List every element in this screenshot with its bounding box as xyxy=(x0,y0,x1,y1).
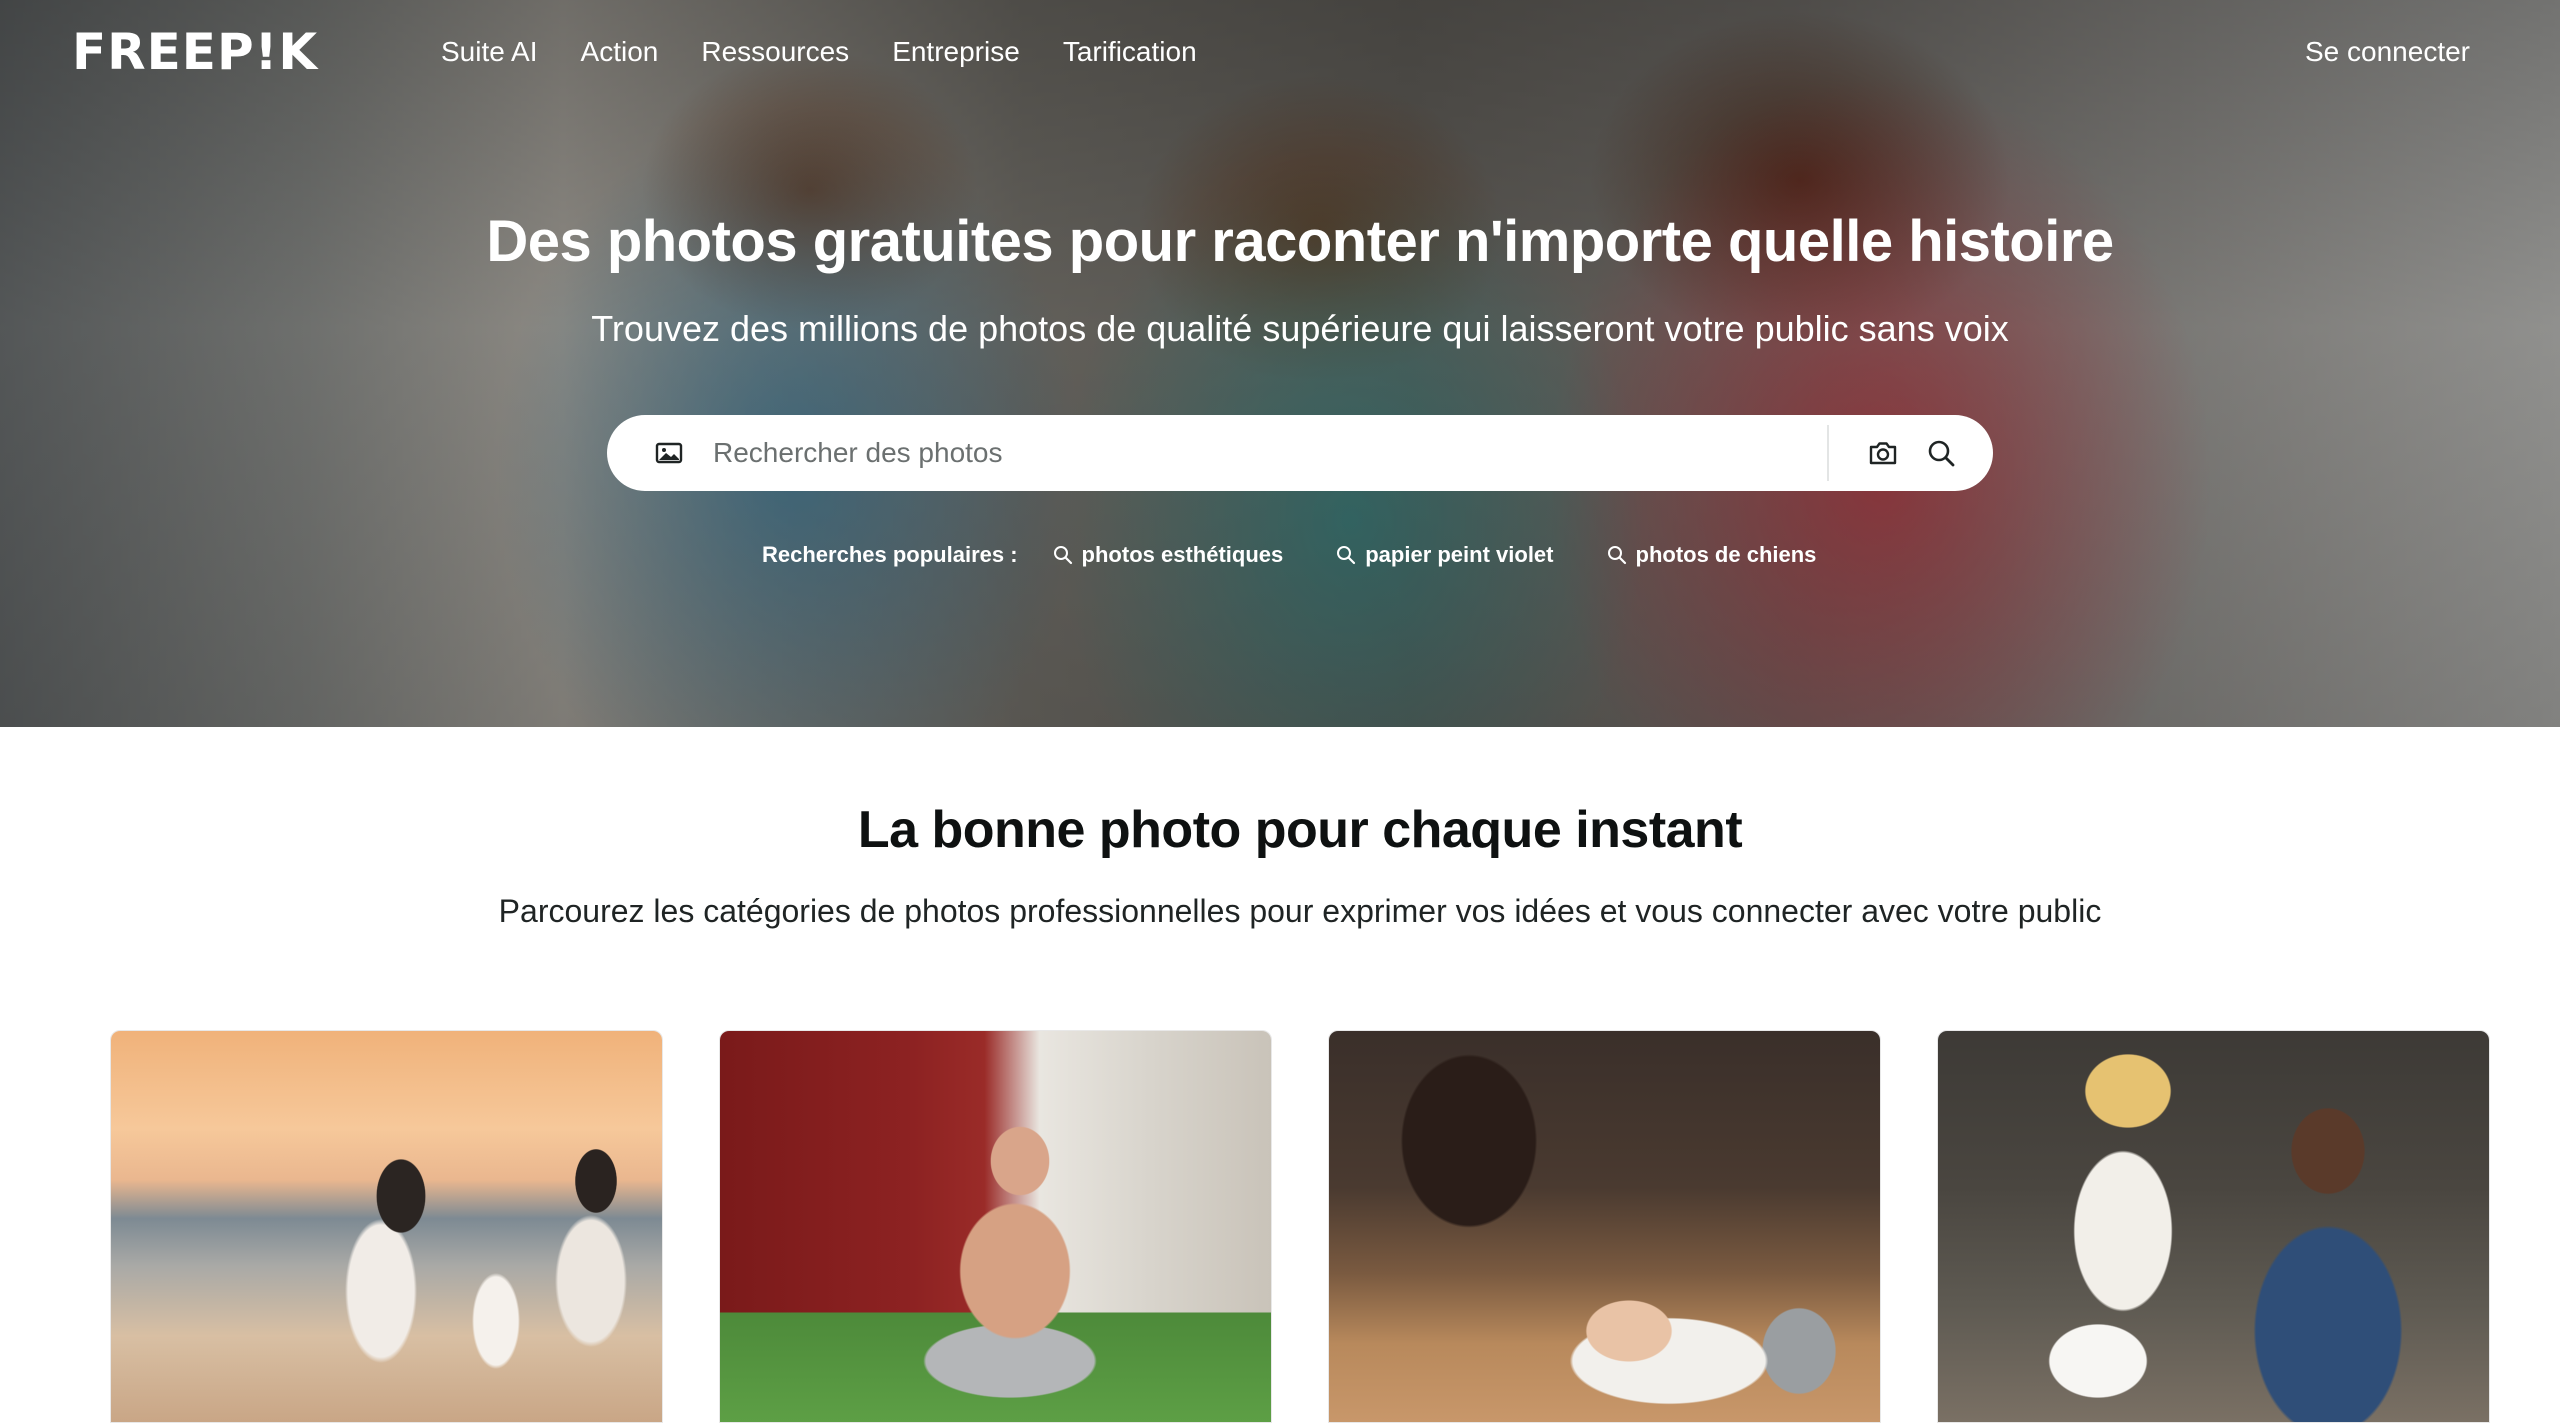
nav-item-action[interactable]: Action xyxy=(581,30,659,74)
popular-tag[interactable]: photos esthétiques xyxy=(1052,542,1284,568)
category-card[interactable] xyxy=(719,1030,1272,1423)
category-photo xyxy=(720,1031,1271,1422)
search-bar xyxy=(607,415,1993,491)
popular-tag-label: papier peint violet xyxy=(1365,542,1554,567)
search-input[interactable] xyxy=(713,425,1713,481)
nav-item-ressources[interactable]: Ressources xyxy=(701,30,849,74)
section-title: La bonne photo pour chaque instant xyxy=(857,801,1743,859)
popular-searches: Recherches populaires : photos esthétiqu… xyxy=(762,538,1868,572)
search-icon xyxy=(1607,546,1626,565)
hero-subtitle: Trouvez des millions de photos de qualit… xyxy=(591,308,2009,349)
hero-title: Des photos gratuites pour raconter n'imp… xyxy=(486,209,2114,274)
image-icon[interactable] xyxy=(655,439,683,467)
category-card[interactable] xyxy=(1937,1030,2490,1423)
popular-tag[interactable]: papier peint violet xyxy=(1335,542,1554,568)
search-icon xyxy=(1053,546,1072,565)
popular-searches-label: Recherches populaires : xyxy=(762,542,1018,567)
category-card[interactable] xyxy=(1328,1030,1881,1423)
freepik-logo[interactable]: FREEP!K xyxy=(72,23,318,81)
category-cards xyxy=(110,1030,2490,1423)
popular-tag[interactable]: photos de chiens xyxy=(1606,542,1817,568)
nav-item-tarification[interactable]: Tarification xyxy=(1063,30,1197,74)
search-icon xyxy=(1337,546,1356,565)
category-photo xyxy=(1329,1031,1880,1422)
category-card[interactable] xyxy=(110,1030,663,1423)
hero-banner: FREEP!K Suite AI Action Ressources Entre… xyxy=(0,0,2560,727)
search-divider xyxy=(1827,425,1829,481)
popular-tag-label: photos de chiens xyxy=(1635,542,1817,567)
popular-tag-label: photos esthétiques xyxy=(1081,542,1284,567)
section-subtitle: Parcourez les catégories de photos profe… xyxy=(498,893,2102,929)
nav-item-suite-ai[interactable]: Suite AI xyxy=(441,30,538,74)
camera-icon[interactable] xyxy=(1867,437,1899,469)
category-photo xyxy=(111,1031,662,1422)
search-icon[interactable] xyxy=(1925,437,1957,469)
category-photo xyxy=(1938,1031,2489,1422)
main-nav: Suite AI Action Ressources Entreprise Ta… xyxy=(441,30,1240,74)
login-link[interactable]: Se connecter xyxy=(2305,30,2470,74)
nav-item-entreprise[interactable]: Entreprise xyxy=(892,30,1020,74)
